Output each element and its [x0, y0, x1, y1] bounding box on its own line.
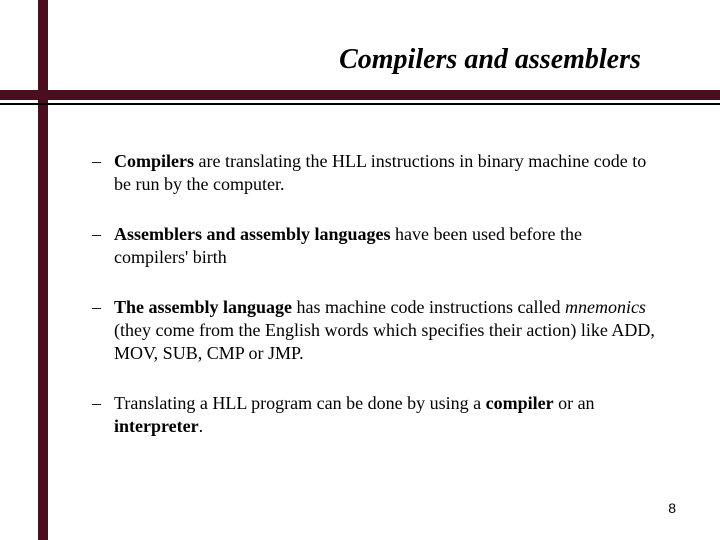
bullet-dash: –: [92, 150, 114, 197]
list-item: – The assembly language has machine code…: [92, 296, 660, 366]
list-item: – Assemblers and assembly languages have…: [92, 223, 660, 270]
bullet-dash: –: [92, 223, 114, 270]
thin-rule: [0, 103, 720, 105]
bullet-dash: –: [92, 392, 114, 439]
content-area: – Compilers are translating the HLL inst…: [92, 150, 660, 465]
list-item: – Translating a HLL program can be done …: [92, 392, 660, 439]
title-area: Compilers and assemblers: [0, 44, 720, 76]
vertical-rule: [38, 0, 48, 540]
thick-rule: [0, 90, 720, 100]
page-title: Compilers and assemblers: [260, 44, 720, 76]
bullet-text: The assembly language has machine code i…: [114, 296, 660, 366]
page-number: 8: [668, 500, 676, 516]
bullet-text: Assemblers and assembly languages have b…: [114, 223, 660, 270]
horizontal-rules: [0, 90, 720, 105]
bullet-text: Compilers are translating the HLL instru…: [114, 150, 660, 197]
bullet-dash: –: [92, 296, 114, 366]
list-item: – Compilers are translating the HLL inst…: [92, 150, 660, 197]
bullet-text: Translating a HLL program can be done by…: [114, 392, 660, 439]
